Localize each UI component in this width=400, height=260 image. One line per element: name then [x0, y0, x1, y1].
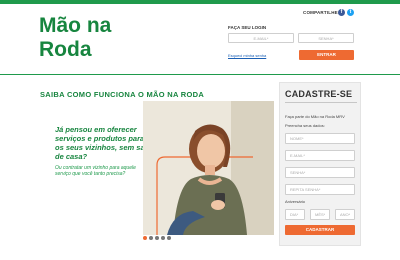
- carousel-dot[interactable]: [155, 236, 159, 240]
- login-password-input[interactable]: [298, 33, 354, 43]
- signup-repeat-password-input[interactable]: [285, 184, 355, 195]
- share-label: COMPARTILHE:: [303, 10, 340, 15]
- woman-with-phone-illustration: [143, 101, 274, 235]
- forgot-password-link[interactable]: Esqueci minha senha: [228, 53, 266, 58]
- birthday-year-input[interactable]: [335, 209, 355, 220]
- signup-title-divider: [285, 102, 357, 103]
- birthday-day-input[interactable]: [285, 209, 305, 220]
- facebook-icon[interactable]: f: [338, 9, 345, 16]
- hero-image: [143, 101, 274, 235]
- signup-title: CADASTRE-SE: [285, 89, 353, 99]
- signup-intro: Faça parte do Mão na Roda MRV: [285, 114, 345, 119]
- promo-text: Já pensou em oferecer serviços e produto…: [55, 125, 150, 177]
- promo-question: Já pensou em oferecer serviços e produto…: [55, 125, 150, 161]
- header-divider: [0, 74, 400, 75]
- carousel-dot[interactable]: [143, 236, 147, 240]
- login-title: FAÇA SEU LOGIN: [228, 25, 267, 30]
- signup-name-input[interactable]: [285, 133, 355, 144]
- login-button[interactable]: ENTRAR: [299, 50, 354, 60]
- top-accent-bar: [0, 0, 400, 4]
- promo-subtext: Ou contratar um vizinho para aquele serv…: [55, 165, 136, 177]
- signup-email-input[interactable]: [285, 150, 355, 161]
- login-email-input[interactable]: [228, 33, 294, 43]
- logo-line-1: Mão na: [39, 14, 112, 37]
- twitter-icon[interactable]: t: [347, 9, 354, 16]
- section-title: SAIBA COMO FUNCIONA O MÃO NA RODA: [40, 90, 205, 99]
- signup-password-input[interactable]: [285, 167, 355, 178]
- logo-line-2: Roda: [39, 38, 92, 61]
- carousel-dots: [143, 236, 171, 240]
- signup-submit-button[interactable]: CADASTRAR: [285, 225, 355, 235]
- signup-fill-label: Preencha seus dados:: [285, 123, 325, 128]
- site-logo[interactable]: Mão na Roda: [39, 14, 111, 62]
- birthday-label: Aniversário: [285, 199, 306, 204]
- carousel-dot[interactable]: [149, 236, 153, 240]
- signup-form: CADASTRE-SE Faça parte do Mão na Roda MR…: [279, 82, 361, 246]
- birthday-month-input[interactable]: [310, 209, 330, 220]
- carousel-dot[interactable]: [161, 236, 165, 240]
- carousel-dot[interactable]: [167, 236, 171, 240]
